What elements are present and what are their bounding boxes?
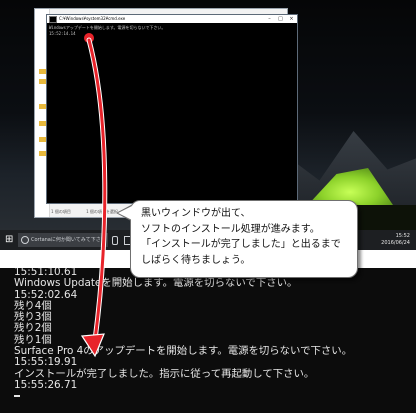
console-output: 15:51:10.61 Windows Updateを開始します。電源を切らない… bbox=[14, 268, 352, 403]
console-line: Windows Updateを開始します。電源を切らないで下さい。 bbox=[14, 277, 298, 290]
folder-icon[interactable] bbox=[39, 151, 46, 156]
cortana-search-box[interactable]: Cortanaに何か聞いてみて下さい bbox=[18, 233, 108, 247]
console-cursor-line bbox=[14, 391, 352, 402]
console-line: 残り4個 bbox=[14, 299, 52, 312]
search-icon bbox=[21, 236, 29, 244]
cmd-output-line: 15:52:14.14 bbox=[49, 31, 76, 36]
folder-icon[interactable] bbox=[39, 69, 46, 74]
minimize-button[interactable]: – bbox=[264, 15, 275, 23]
console-line: 15:52:02.64 bbox=[14, 288, 78, 301]
callout-line: ソフトのインストール処理が進みます。 bbox=[141, 223, 320, 235]
system-tray-clock[interactable]: 15:52 2016/06/24 bbox=[381, 233, 410, 247]
cmd-app-icon bbox=[49, 16, 57, 23]
maximize-button[interactable]: □ bbox=[275, 15, 286, 23]
explanation-callout: 黒いウィンドウが出て、 ソフトのインストール処理が進みます。 「インストールが完… bbox=[130, 200, 358, 278]
clock-time: 15:52 bbox=[395, 233, 410, 239]
console-line: 15:55:26.71 bbox=[14, 378, 78, 391]
console-line: 15:55:19.91 bbox=[14, 356, 78, 369]
console-line: 残り3個 bbox=[14, 311, 52, 324]
search-placeholder: Cortanaに何か聞いてみて下さい bbox=[31, 237, 106, 243]
callout-line: 「インストールが完了しました」と出るまで bbox=[141, 239, 341, 250]
console-line: 残り2個 bbox=[14, 322, 52, 335]
microphone-icon[interactable] bbox=[112, 236, 118, 245]
folder-icon[interactable] bbox=[39, 79, 46, 84]
status-selected: 1 個の項目を選択 bbox=[86, 209, 118, 214]
cmd-window[interactable]: C:¥Windows¥system32¥cmd.exe – □ × Window… bbox=[46, 14, 298, 204]
folder-icon[interactable] bbox=[39, 137, 46, 142]
close-button[interactable]: × bbox=[286, 15, 297, 23]
cmd-window-title: C:¥Windows¥system32¥cmd.exe bbox=[59, 16, 126, 21]
cmd-titlebar[interactable]: C:¥Windows¥system32¥cmd.exe – □ × bbox=[47, 15, 297, 23]
console-zoom: 15:51:10.61 Windows Updateを開始します。電源を切らない… bbox=[0, 268, 416, 413]
clock-date: 2016/06/24 bbox=[381, 240, 410, 246]
callout-line: しばらく待ちましょう。 bbox=[141, 254, 251, 266]
windows-start-icon[interactable]: ⊞ bbox=[5, 235, 15, 245]
folder-icon[interactable] bbox=[39, 121, 46, 126]
folder-icon[interactable] bbox=[39, 104, 46, 109]
status-item-count: 1 個の項目 bbox=[51, 209, 71, 214]
callout-line: 黒いウィンドウが出て、 bbox=[141, 208, 251, 219]
callout-tail bbox=[118, 206, 132, 220]
text-cursor bbox=[14, 395, 20, 398]
cmd-output: Windowsアップデートを開始します。電源を切らないで下さい。 15:52:1… bbox=[49, 25, 165, 37]
